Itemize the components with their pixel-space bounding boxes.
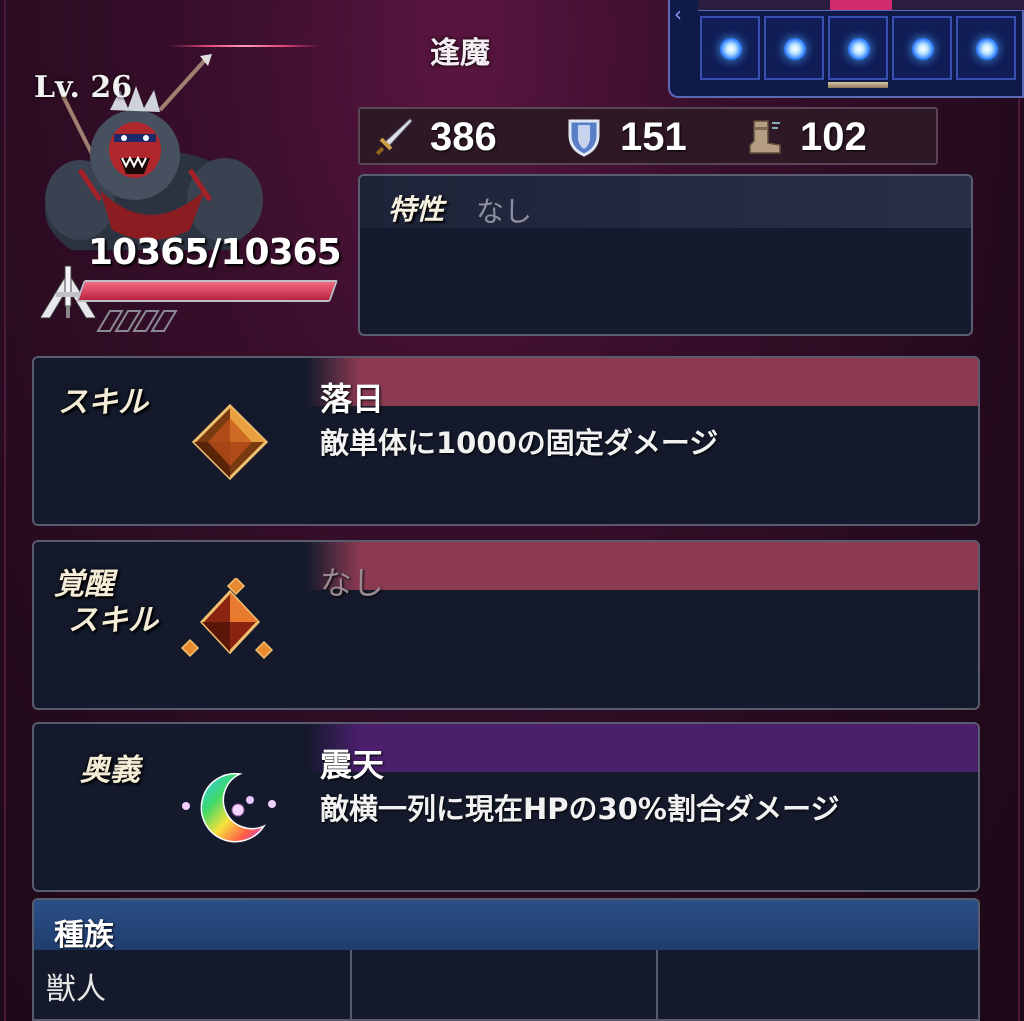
orb-slot[interactable] xyxy=(764,16,824,80)
level-label: Lv. 26 xyxy=(34,70,133,105)
hp-bar-fill xyxy=(78,282,336,300)
attack-stat: 386 xyxy=(374,113,497,161)
orb-panel-top-strip xyxy=(698,0,1024,11)
trait-box: 特性 なし xyxy=(358,174,973,336)
race-cell xyxy=(658,950,978,1019)
blue-orb-icon xyxy=(912,38,934,60)
blue-orb-icon xyxy=(720,38,742,60)
orb-panel[interactable]: ‹ xyxy=(668,0,1024,98)
awakened-crystal-icon xyxy=(180,578,274,660)
race-value: 獣人 xyxy=(46,972,106,1007)
skill-name-band xyxy=(306,358,978,406)
awakened-skill-label-line1: 覚醒 xyxy=(54,567,114,602)
hp-bar xyxy=(75,280,339,302)
ultimate-name-band xyxy=(306,724,978,772)
stats-box: 386 151 102 xyxy=(358,107,938,165)
orange-crystal-icon xyxy=(191,403,269,481)
orb-highlight xyxy=(830,0,892,10)
orb-slot[interactable] xyxy=(700,16,760,80)
skill-description: 敵単体に1000の固定ダメージ xyxy=(320,426,719,460)
attack-value: 386 xyxy=(430,114,497,159)
speed-value: 102 xyxy=(800,114,867,159)
awakened-skill-name: なし xyxy=(320,564,385,602)
skill-panel[interactable]: スキル 落日 敵単体に1000の固定ダメージ xyxy=(32,356,980,526)
race-header xyxy=(34,900,978,950)
blue-orb-icon xyxy=(976,38,998,60)
ultimate-description: 敵横一列に現在HPの30%割合ダメージ xyxy=(320,792,840,826)
race-title: 種族 xyxy=(54,918,114,953)
awakened-skill-name-band xyxy=(306,542,978,590)
title-ornament xyxy=(170,45,320,47)
hp-text: 10365/10365 xyxy=(88,232,342,273)
race-cell: 獣人 xyxy=(34,950,352,1019)
trait-value: なし xyxy=(476,195,533,228)
blue-orb-icon xyxy=(848,38,870,60)
rank-slashes xyxy=(96,310,178,332)
orb-slot[interactable] xyxy=(828,16,888,80)
speed-stat: 102 xyxy=(744,113,867,161)
awakened-skill-panel[interactable]: 覚醒 スキル なし xyxy=(32,540,980,710)
race-panel: 種族 獣人 xyxy=(32,898,980,1021)
ultimate-label: 奥義 xyxy=(80,753,140,788)
shield-icon xyxy=(568,119,600,157)
orb-indicator xyxy=(828,82,888,88)
blue-orb-icon xyxy=(784,38,806,60)
trait-label: 特性 xyxy=(388,193,445,226)
orb-slot[interactable] xyxy=(892,16,952,80)
ultimate-name: 震天 xyxy=(320,746,385,784)
trait-header xyxy=(360,176,971,228)
chevron-left-icon[interactable]: ‹ xyxy=(674,2,682,26)
boot-icon xyxy=(749,120,781,154)
skill-label: スキル xyxy=(58,385,148,420)
page-title: 逢魔 xyxy=(430,36,490,71)
awakened-skill-label-line2: スキル xyxy=(68,603,158,638)
sword-icon xyxy=(375,118,413,156)
rainbow-moon-icon xyxy=(182,772,276,843)
skill-name: 落日 xyxy=(320,380,385,418)
defense-stat: 151 xyxy=(564,113,687,161)
orb-slot[interactable] xyxy=(956,16,1016,80)
ultimate-panel[interactable]: 奥義 震天 敵横一列に現在HPの30%割合ダメージ xyxy=(32,722,980,892)
race-cell xyxy=(352,950,658,1019)
defense-value: 151 xyxy=(620,114,687,159)
